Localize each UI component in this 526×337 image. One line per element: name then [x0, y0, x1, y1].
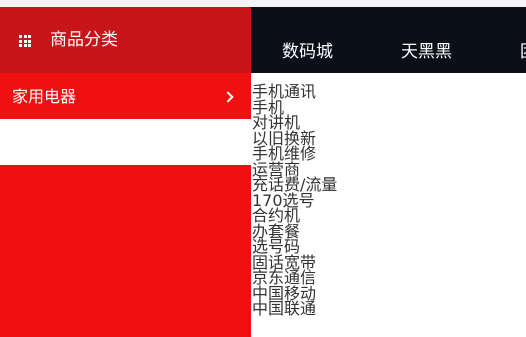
- nav-link-digital-city[interactable]: 数码城: [282, 40, 333, 64]
- nav-link-group[interactable]: 团: [520, 40, 526, 64]
- submenu-list: 手机通讯 手机 对讲机 以旧换新 手机维修 运营商 充话费/流量 170选号 合约机 办套餐 选号码…: [252, 84, 526, 317]
- category-title: 商品分类: [50, 30, 118, 50]
- submenu-item[interactable]: 手机通讯: [252, 84, 526, 100]
- category-header[interactable]: 商品分类: [0, 7, 251, 73]
- top-strip: [0, 0, 526, 7]
- page: 数码城 天黑黑 团 商品分类 家用电器 手机通讯手机对讲机以旧换新手机维修运营商…: [0, 0, 526, 337]
- grid-menu-icon: [19, 35, 31, 47]
- category-item-home-appliances[interactable]: 家用电器: [0, 73, 251, 119]
- menu-divider-gap: [0, 119, 251, 165]
- category-item-label: 家用电器: [12, 87, 77, 106]
- nav-link-tianheihei[interactable]: 天黑黑: [401, 40, 452, 64]
- chevron-right-icon: [222, 91, 234, 103]
- submenu-item[interactable]: 中国联通: [252, 301, 526, 317]
